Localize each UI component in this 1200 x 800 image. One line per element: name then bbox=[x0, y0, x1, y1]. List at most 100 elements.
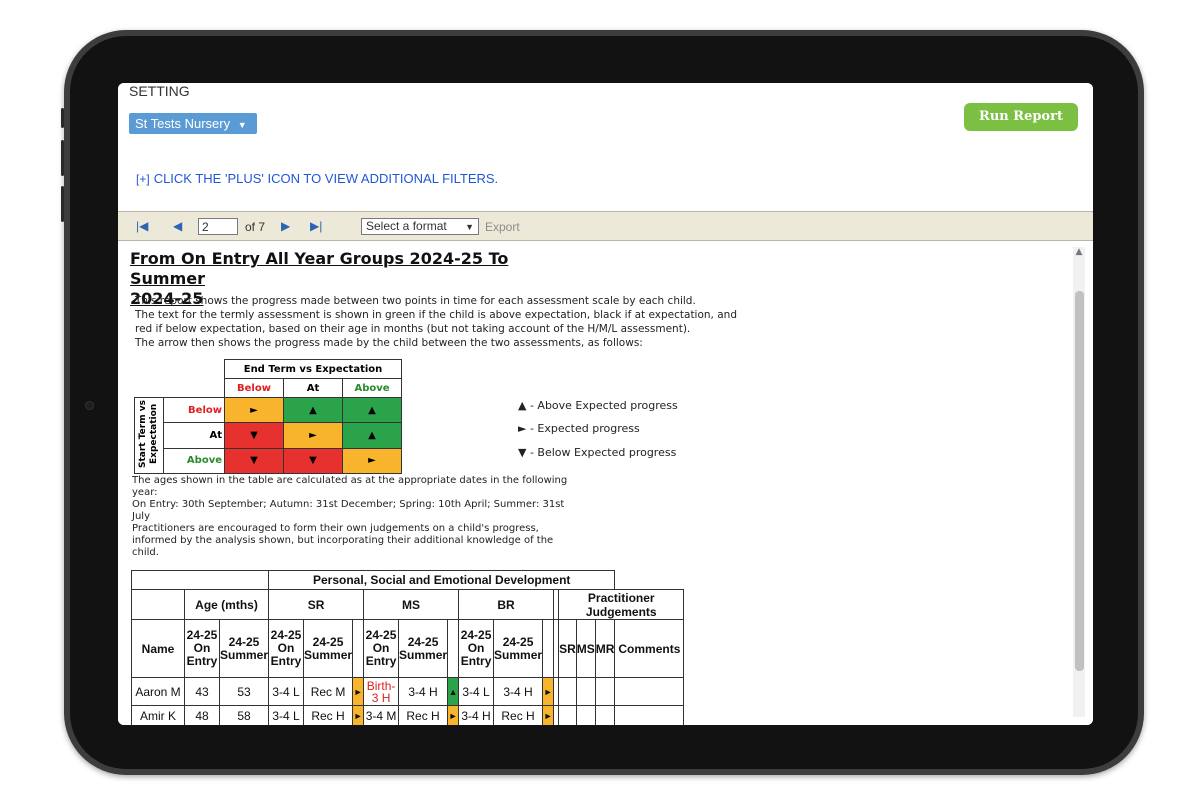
name-header: Name bbox=[131, 619, 185, 678]
age-summer: 58 bbox=[218, 705, 270, 725]
practitioner-header: Practitioner Judgements bbox=[558, 589, 685, 620]
key-cell: ▲ bbox=[342, 396, 402, 424]
br-arrow: ► bbox=[542, 677, 555, 706]
end-term-header: End Term vs Expectation bbox=[224, 359, 402, 379]
br-arrow: ► bbox=[542, 705, 555, 725]
br-entry: 3-4 H bbox=[458, 705, 495, 725]
br-entry-header: 24-25 On Entry bbox=[458, 619, 495, 678]
setting-label: SETTING bbox=[129, 83, 190, 99]
camera-icon bbox=[85, 401, 94, 410]
export-link[interactable]: Export bbox=[485, 220, 520, 234]
ms-entry-header: 24-25 On Entry bbox=[363, 619, 400, 678]
child-name: Amir K bbox=[131, 705, 185, 725]
key-cell: ▲ bbox=[342, 422, 402, 449]
previous-page-icon[interactable]: ◀ bbox=[173, 219, 182, 233]
col-below: Below bbox=[224, 378, 284, 398]
report-viewer: ▲ From On Entry All Year Groups 2024-25 … bbox=[118, 241, 1093, 725]
col-above: Above bbox=[342, 378, 402, 398]
intro-line: The arrow then shows the progress made b… bbox=[135, 337, 643, 349]
legend-below: ▼ - Below Expected progress bbox=[518, 446, 677, 459]
scroll-up-icon[interactable]: ▲ bbox=[1073, 247, 1085, 259]
report-toolbar: |◀ ◀ 2 of 7 ▶ ▶| Select a format ▼ Expor… bbox=[118, 211, 1093, 241]
legend-above: ▲ - Above Expected progress bbox=[518, 399, 678, 412]
report-title-line: From On Entry All Year Groups 2024-25 To… bbox=[130, 249, 509, 288]
area-header: Personal, Social and Emotional Developme… bbox=[268, 570, 616, 590]
sr-summer: Rec M bbox=[303, 677, 354, 706]
sr-entry-header: 24-25 On Entry bbox=[268, 619, 305, 678]
table-row: Amir K 48 58 3-4 L Rec H ► 3-4 M Rec H ►… bbox=[131, 705, 685, 725]
note-line: On Entry: 30th September; Autumn: 31st D… bbox=[132, 499, 565, 522]
ms-arrow: ▲ bbox=[447, 677, 460, 706]
page-number-input[interactable]: 2 bbox=[198, 218, 238, 235]
key-cell: ► bbox=[283, 422, 343, 449]
sr-entry: 3-4 L bbox=[268, 677, 305, 706]
last-page-icon[interactable]: ▶| bbox=[310, 219, 322, 233]
key-cell: ► bbox=[224, 396, 284, 424]
ms-entry: Birth-3 H bbox=[363, 677, 400, 706]
ms-arrow: ► bbox=[447, 705, 460, 725]
col-at: At bbox=[283, 378, 343, 398]
pj-ms-header: MS bbox=[575, 619, 596, 678]
legend-expected: ► - Expected progress bbox=[518, 422, 640, 435]
additional-filters-text[interactable]: CLICK THE 'PLUS' ICON TO VIEW ADDITIONAL… bbox=[154, 171, 498, 186]
sr-summer-header: 24-25 Summer bbox=[303, 619, 354, 678]
pj-sr-header: SR bbox=[558, 619, 577, 678]
filter-panel: SETTING St Tests Nursery ▼ Run Report [+… bbox=[118, 83, 1093, 213]
key-cell: ▼ bbox=[224, 447, 284, 475]
note-line: The ages shown in the table are calculat… bbox=[132, 475, 568, 498]
br-summer: Rec H bbox=[493, 705, 544, 725]
key-cell: ► bbox=[342, 447, 402, 475]
plus-icon[interactable]: [+] bbox=[136, 172, 150, 186]
intro-line: red if below expectation, based on their… bbox=[135, 323, 691, 335]
progress-key-matrix: End Term vs Expectation Below At Above S… bbox=[134, 359, 402, 475]
intro-line: The text for the termly assessment is sh… bbox=[135, 309, 737, 321]
chevron-down-icon: ▼ bbox=[465, 222, 474, 232]
sr-entry: 3-4 L bbox=[268, 705, 305, 725]
row-above: Above bbox=[163, 447, 225, 475]
export-format-value: Select a format bbox=[366, 219, 447, 233]
pj-comments-header: Comments bbox=[614, 619, 685, 678]
key-cell: ▼ bbox=[224, 422, 284, 449]
child-name: Aaron M bbox=[131, 677, 185, 706]
row-below: Below bbox=[163, 396, 225, 424]
chevron-down-icon: ▼ bbox=[237, 120, 247, 130]
run-report-button[interactable]: Run Report bbox=[964, 103, 1078, 131]
row-at: At bbox=[163, 422, 225, 449]
br-summer: 3-4 H bbox=[493, 677, 544, 706]
screen: SETTING St Tests Nursery ▼ Run Report [+… bbox=[118, 83, 1093, 725]
br-header: BR bbox=[458, 589, 555, 620]
side-button bbox=[61, 108, 64, 128]
intro-line: This report shows the progress made betw… bbox=[135, 295, 696, 307]
ms-entry: 3-4 M bbox=[363, 705, 400, 725]
age-notes: The ages shown in the table are calculat… bbox=[132, 475, 572, 559]
side-button bbox=[61, 186, 64, 222]
ms-header: MS bbox=[363, 589, 460, 620]
ms-summer-header: 24-25 Summer bbox=[398, 619, 449, 678]
age-header: Age (mths) bbox=[183, 589, 270, 620]
side-button bbox=[61, 140, 64, 176]
sr-summer: Rec H bbox=[303, 705, 354, 725]
key-cell: ▼ bbox=[283, 447, 343, 475]
school-select[interactable]: St Tests Nursery ▼ bbox=[129, 113, 257, 134]
ms-summer: Rec H bbox=[398, 705, 449, 725]
ms-summer: 3-4 H bbox=[398, 677, 449, 706]
br-summer-header: 24-25 Summer bbox=[493, 619, 544, 678]
progress-table: Personal, Social and Emotional Developme… bbox=[130, 570, 685, 725]
key-cell: ▲ bbox=[283, 396, 343, 424]
note-line: Practitioners are encouraged to form the… bbox=[132, 523, 554, 558]
sr-arrow: ► bbox=[352, 705, 365, 725]
scroll-thumb[interactable] bbox=[1075, 291, 1084, 671]
start-term-label: Start Term vs Expectation bbox=[138, 400, 159, 468]
first-page-icon[interactable]: |◀ bbox=[136, 219, 148, 233]
age-entry: 43 bbox=[184, 677, 220, 706]
age-summer: 53 bbox=[218, 677, 270, 706]
sr-arrow: ► bbox=[352, 677, 365, 706]
next-page-icon[interactable]: ▶ bbox=[281, 219, 290, 233]
school-select-value: St Tests Nursery bbox=[135, 116, 231, 131]
age-summer-header: 24-25 Summer bbox=[218, 619, 270, 678]
br-entry: 3-4 L bbox=[458, 677, 495, 706]
additional-filters-link[interactable]: [+] CLICK THE 'PLUS' ICON TO VIEW ADDITIO… bbox=[136, 171, 498, 186]
start-term-header: Start Term vs Expectation bbox=[134, 397, 164, 474]
age-entry-header: 24-25 On Entry bbox=[184, 619, 220, 678]
export-format-select[interactable]: Select a format ▼ bbox=[361, 218, 479, 235]
